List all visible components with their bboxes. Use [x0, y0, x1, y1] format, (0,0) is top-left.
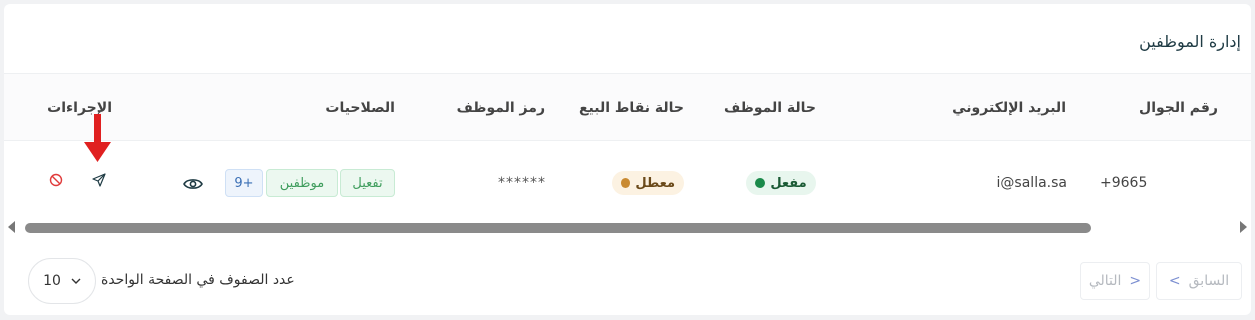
- rows-per-page-label: عدد الصفوف في الصفحة الواحدة: [101, 272, 295, 288]
- ban-icon[interactable]: [47, 171, 65, 189]
- permissions-more-badge[interactable]: 9+: [225, 169, 263, 197]
- horizontal-scrollbar[interactable]: [4, 218, 1251, 238]
- status-dot: [755, 178, 766, 188]
- permission-tag: موظفين: [266, 169, 338, 197]
- pos-status-badge: معطل: [612, 171, 684, 195]
- header-employee-status: حالة الموظف: [723, 100, 816, 116]
- next-page-label: التالي: [1088, 273, 1122, 289]
- cell-email: i@salla.sa: [996, 175, 1067, 191]
- permission-tag: تفعيل: [340, 169, 395, 197]
- eye-icon[interactable]: [182, 175, 204, 193]
- header-employee-code: رمز الموظف: [456, 100, 545, 116]
- rows-per-page-select[interactable]: 10: [28, 258, 96, 304]
- chevron-right-icon: >: [1129, 273, 1142, 289]
- header-permissions: الصلاحيات: [325, 100, 395, 116]
- cell-phone: +96656: [1100, 175, 1148, 191]
- table-row: +96656 i@salla.sa مفعل معطل ****** تفعيل…: [4, 141, 1251, 221]
- header-email: البريد الإلكتروني: [952, 100, 1066, 116]
- employee-management-card: إدارة الموظفين رقم الجوال البريد الإلكتر…: [4, 4, 1251, 315]
- scrollbar-track[interactable]: [20, 223, 1235, 233]
- table-header: رقم الجوال البريد الإلكتروني حالة الموظف…: [4, 73, 1251, 141]
- cell-employee-code: ******: [498, 175, 546, 191]
- status-dot: [621, 178, 631, 188]
- employee-status-text: مفعل: [770, 175, 807, 191]
- rows-per-page-value: 10: [43, 273, 61, 289]
- previous-page-label: السابق: [1188, 273, 1230, 289]
- header-phone: رقم الجوال: [1139, 100, 1218, 116]
- scrollbar-thumb[interactable]: [25, 223, 1091, 233]
- pos-status-text: معطل: [635, 175, 675, 191]
- scroll-right-arrow-icon[interactable]: [1240, 221, 1247, 233]
- page-title: إدارة الموظفين: [1139, 32, 1241, 51]
- next-page-button[interactable]: التالي >: [1080, 262, 1150, 300]
- chevron-down-icon: [71, 278, 81, 284]
- chevron-left-icon: <: [1168, 273, 1181, 289]
- scroll-left-arrow-icon[interactable]: [8, 221, 15, 233]
- employee-status-badge: مفعل: [746, 171, 816, 195]
- red-arrow-down-icon: [84, 114, 111, 162]
- send-icon[interactable]: [90, 171, 108, 189]
- header-pos-status: حالة نقاط البيع: [578, 100, 684, 116]
- previous-page-button[interactable]: < السابق: [1156, 262, 1242, 300]
